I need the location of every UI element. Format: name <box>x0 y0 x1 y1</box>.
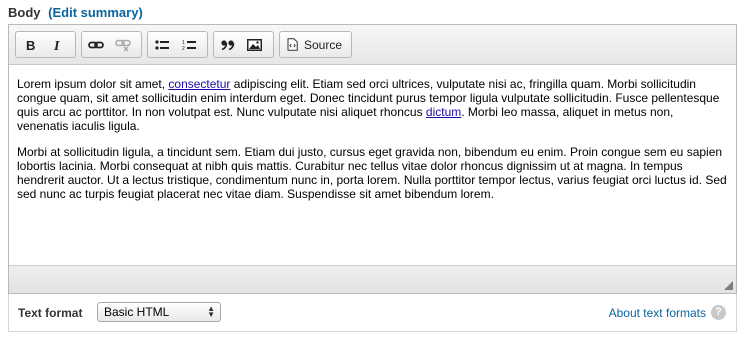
italic-icon: I <box>53 39 60 51</box>
toolbar-group-media <box>213 31 274 58</box>
toolbar-group-formatting: B I <box>15 31 76 58</box>
source-label: Source <box>304 37 343 52</box>
source-icon <box>287 38 298 51</box>
resize-handle[interactable] <box>724 281 733 290</box>
bold-button[interactable]: B <box>16 32 43 57</box>
dictum-link[interactable]: dictum <box>426 105 461 119</box>
paragraph-2: Morbi at sollicitudin ligula, a tincidun… <box>17 145 727 201</box>
toolbar-group-links <box>81 31 142 58</box>
toolbar-group-source: Source <box>279 31 352 58</box>
text-format-label: Text format <box>18 306 83 320</box>
help-icon[interactable]: ? <box>711 305 726 320</box>
svg-text:I: I <box>53 39 60 51</box>
about-text-formats-link[interactable]: About text formats <box>609 306 706 320</box>
editor-content[interactable]: Lorem ipsum dolor sit amet, consectetur … <box>9 65 736 265</box>
editor-toolbar: B I 12 Source <box>9 25 736 65</box>
select-arrows-icon: ▲ ▼ <box>207 304 215 319</box>
source-button[interactable]: Source <box>280 32 342 57</box>
rich-text-editor: B I 12 Source Lorem ipsum dolor sit amet… <box>8 24 737 294</box>
field-label: Body (Edit summary) <box>8 5 143 20</box>
image-icon <box>247 38 262 51</box>
bulleted-list-icon <box>154 39 169 50</box>
body-label: Body <box>8 5 41 20</box>
svg-text:2: 2 <box>182 46 185 51</box>
text-format-selected: Basic HTML <box>104 305 170 319</box>
italic-button[interactable]: I <box>43 32 70 57</box>
bulleted-list-button[interactable] <box>148 32 175 57</box>
bold-icon: B <box>26 39 35 51</box>
link-button[interactable] <box>82 32 109 57</box>
blockquote-button[interactable] <box>214 32 241 57</box>
consectetur-link[interactable]: consectetur <box>168 77 230 91</box>
numbered-list-icon: 12 <box>182 40 196 51</box>
unlink-icon <box>114 39 131 51</box>
numbered-list-button[interactable]: 12 <box>175 32 202 57</box>
editor-statusbar <box>9 265 736 293</box>
toolbar-group-lists: 12 <box>147 31 208 58</box>
unlink-button[interactable] <box>109 32 136 57</box>
link-icon <box>87 41 104 48</box>
edit-summary-toggle[interactable]: (Edit summary) <box>48 5 143 20</box>
paragraph-1: Lorem ipsum dolor sit amet, consectetur … <box>17 77 720 133</box>
image-button[interactable] <box>241 32 268 57</box>
text-format-select[interactable]: Basic HTML ▲ ▼ <box>97 302 221 322</box>
text-format-row: Text format Basic HTML ▲ ▼ About text for… <box>8 294 737 332</box>
svg-text:B: B <box>26 39 35 51</box>
blockquote-icon <box>220 39 234 50</box>
